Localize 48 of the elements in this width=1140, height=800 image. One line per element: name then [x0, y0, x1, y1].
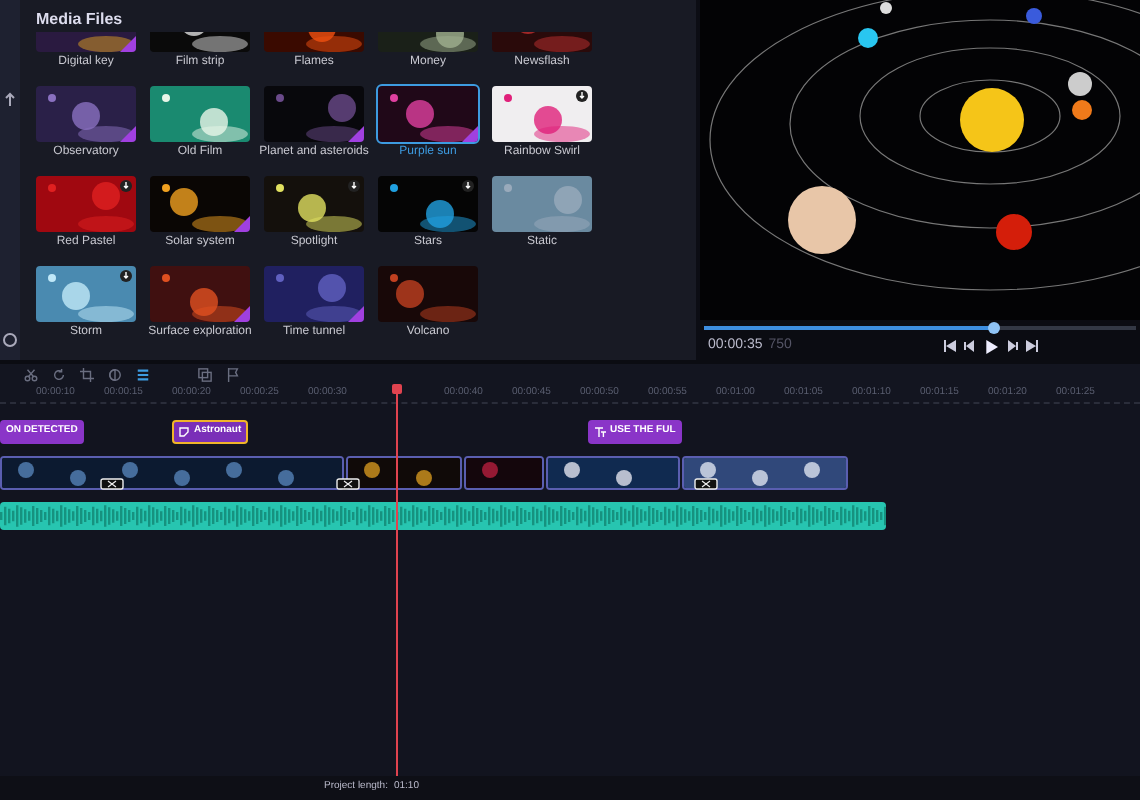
thumbnail[interactable]	[36, 266, 136, 322]
half-circle-icon[interactable]	[108, 367, 122, 381]
panel-title: Media Files	[36, 8, 123, 32]
thumbnail[interactable]	[36, 176, 136, 232]
premium-corner-icon	[120, 126, 136, 142]
premium-corner-icon	[462, 126, 478, 142]
thumbnail[interactable]	[264, 86, 364, 142]
thumbnail[interactable]	[378, 266, 478, 322]
premium-corner-icon	[348, 306, 364, 322]
sticker-icon	[178, 426, 190, 438]
premium-corner-icon	[234, 216, 250, 232]
download-icon[interactable]	[348, 180, 360, 192]
upload-icon[interactable]	[2, 92, 18, 108]
thumbnail[interactable]	[150, 266, 250, 322]
rotate-icon[interactable]	[52, 367, 66, 381]
thumbnail[interactable]	[150, 176, 250, 232]
info-icon[interactable]	[2, 332, 18, 348]
thumbnail[interactable]	[378, 86, 478, 142]
thumbnail[interactable]	[378, 176, 478, 232]
copy-icon[interactable]	[198, 367, 212, 381]
thumbnail[interactable]	[264, 176, 364, 232]
skip-to-start-icon[interactable]	[943, 340, 956, 352]
crop-icon[interactable]	[80, 367, 94, 381]
thumbnail[interactable]	[264, 266, 364, 322]
play-icon[interactable]	[983, 339, 998, 353]
thumbnail[interactable]	[492, 176, 592, 232]
scissors-icon[interactable]	[24, 367, 38, 381]
download-icon[interactable]	[120, 270, 132, 282]
premium-corner-icon	[234, 306, 250, 322]
thumbnail[interactable]	[492, 86, 592, 142]
premium-corner-icon	[120, 36, 136, 52]
progress-handle[interactable]	[987, 322, 1000, 334]
list-icon[interactable]	[136, 367, 150, 381]
skip-to-end-icon[interactable]	[1025, 340, 1038, 352]
download-icon[interactable]	[576, 90, 588, 102]
text-icon	[594, 426, 606, 438]
next-frame-icon[interactable]	[1005, 340, 1018, 352]
transition-icon[interactable]	[336, 478, 360, 490]
transition-icon[interactable]	[694, 478, 718, 490]
premium-corner-icon	[348, 126, 364, 142]
playhead[interactable]	[394, 384, 400, 776]
thumbnail[interactable]	[150, 86, 250, 142]
previous-frame-icon[interactable]	[963, 340, 976, 352]
flag-icon[interactable]	[226, 367, 240, 381]
download-icon[interactable]	[120, 180, 132, 192]
transition-icon[interactable]	[100, 478, 124, 490]
download-icon[interactable]	[462, 180, 474, 192]
thumbnail[interactable]	[36, 86, 136, 142]
